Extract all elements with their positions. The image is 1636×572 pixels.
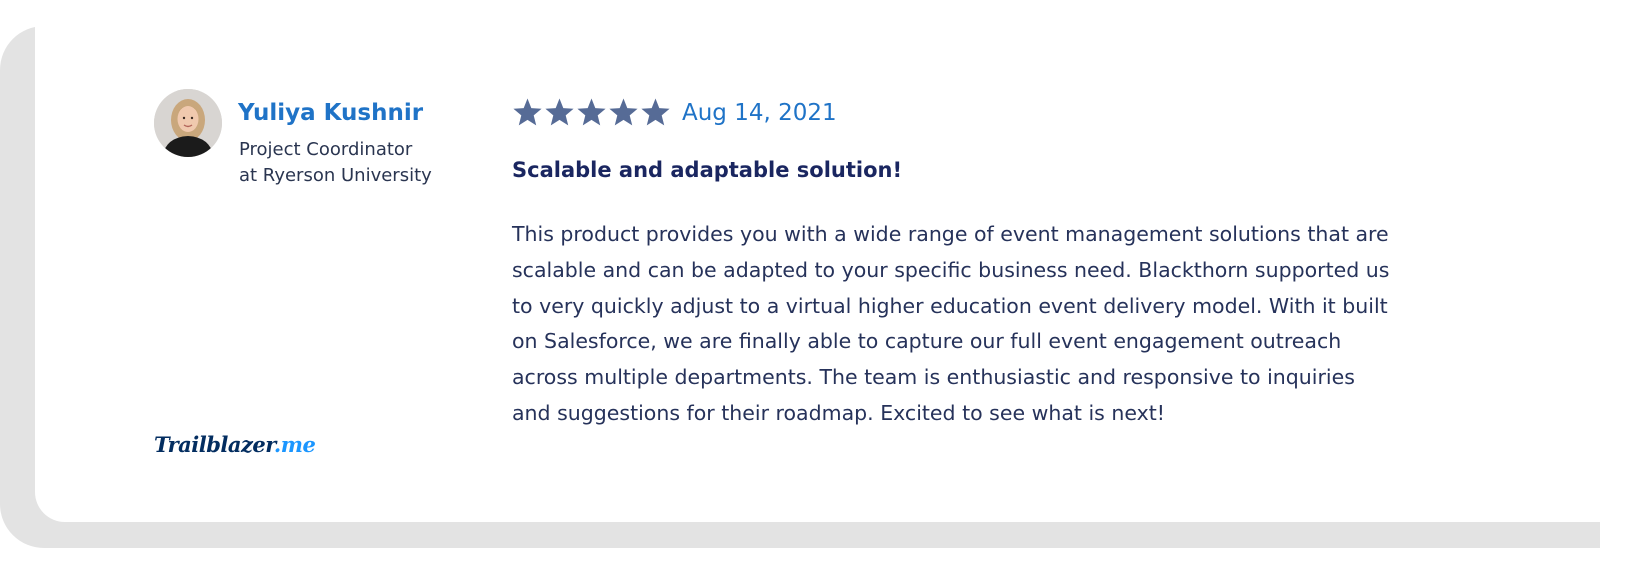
review-section: Yuliya Kushnir Project Coordinator at Ry… [0,0,1636,572]
star-icon [641,98,670,126]
review-body-line: scalable and can be adapted to your spec… [512,257,1390,282]
star-icon [545,98,574,126]
review-body-line: across multiple departments. The team is… [512,365,1355,390]
star-icon [513,98,542,126]
star-icon [609,98,638,126]
review-body-line: on Salesforce, we are finally able to ca… [512,329,1342,354]
avatar [154,89,222,157]
star-rating [512,97,671,128]
review-card: Yuliya Kushnir Project Coordinator at Ry… [35,0,1600,522]
review-title: Scalable and adaptable solution! [512,158,903,182]
avatar-photo [154,89,222,157]
reviewer-title-line: at Ryerson University [239,165,432,186]
review-date: Aug 14, 2021 [682,100,837,126]
review-body-line: and suggestions for their roadmap. Excit… [512,400,1165,425]
trailblazer-logo[interactable]: Trailblazer.me [154,432,316,457]
reviewer-title-line: Project Coordinator [239,139,413,160]
review-body: This product provides you with a wide ra… [512,217,1472,432]
review-body-line: This product provides you with a wide ra… [512,222,1389,246]
review-body-line: to very quickly adjust to a virtual high… [512,293,1388,318]
logo-suffix-text: .me [273,432,316,457]
reviewer-name[interactable]: Yuliya Kushnir [238,100,423,126]
logo-main-text: Trailblazer [154,432,274,457]
reviewer-title: Project Coordinator at Ryerson Universit… [239,137,432,189]
star-icon [577,98,606,126]
